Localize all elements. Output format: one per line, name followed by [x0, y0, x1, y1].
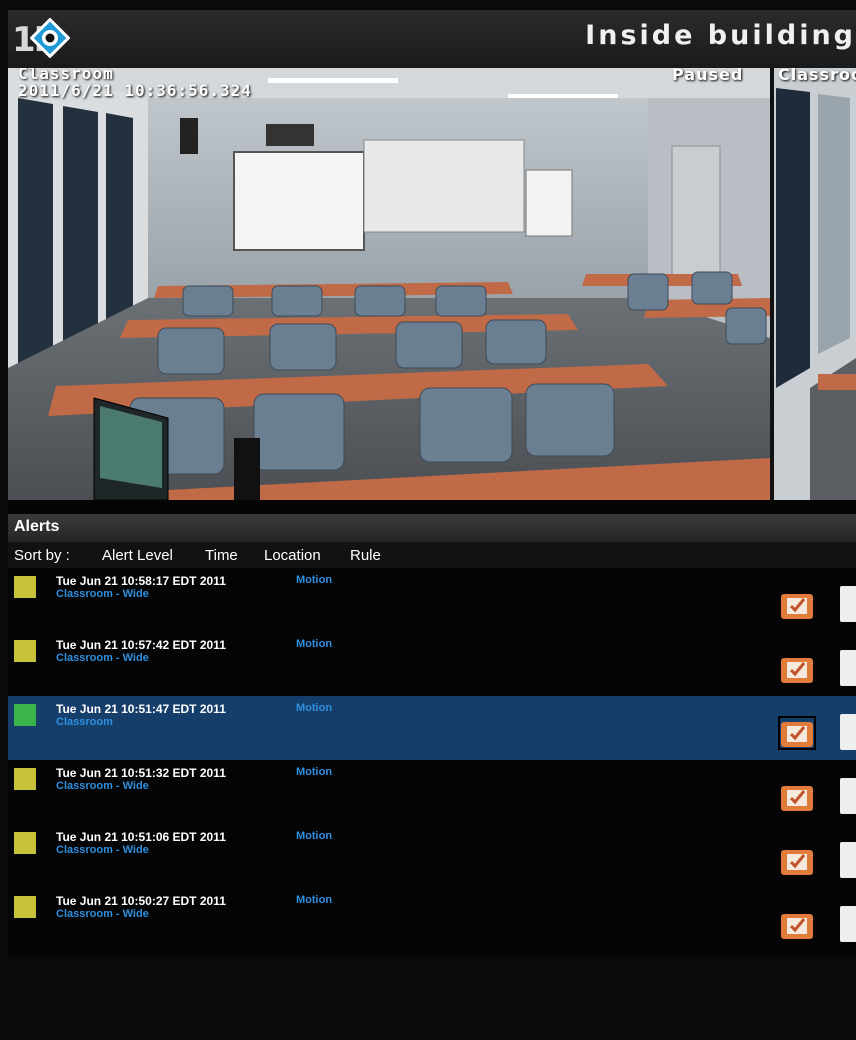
alert-rule: Motion [296, 894, 333, 906]
alert-row[interactable]: Tue Jun 21 10:58:17 EDT 2011 Classroom -… [8, 568, 856, 632]
page-title: Inside building [585, 20, 856, 51]
acknowledge-icon[interactable] [780, 590, 814, 620]
alert-time: Tue Jun 21 10:50:27 EDT 2011 [56, 894, 226, 908]
alert-row[interactable]: Tue Jun 21 10:51:32 EDT 2011 Classroom -… [8, 760, 856, 824]
playback-status: Paused [672, 68, 744, 84]
alert-time: Tue Jun 21 10:51:32 EDT 2011 [56, 766, 226, 780]
alert-rule: Motion [296, 830, 333, 842]
alert-time: Tue Jun 21 10:58:17 EDT 2011 [56, 574, 226, 588]
video-area[interactable]: Classroom 2011/6/21 10:36:56.324 Paused … [8, 68, 856, 500]
alert-list: Tue Jun 21 10:58:17 EDT 2011 Classroom -… [8, 568, 856, 952]
alert-level-indicator [14, 832, 36, 854]
acknowledge-icon[interactable] [780, 654, 814, 684]
alert-time: Tue Jun 21 10:51:06 EDT 2011 [56, 830, 226, 844]
alerts-title-bar: Alerts [8, 514, 856, 542]
alert-location: Classroom - Wide [56, 588, 149, 600]
camera-feed-main[interactable] [8, 68, 770, 500]
camera-feed-secondary[interactable] [770, 68, 856, 500]
secondary-camera-name: Classroom [778, 68, 856, 84]
alert-rule: Motion [296, 702, 333, 714]
note-icon[interactable] [840, 906, 856, 942]
acknowledge-icon[interactable] [780, 782, 814, 812]
alerts-title: Alerts [14, 518, 60, 535]
note-icon[interactable] [840, 650, 856, 686]
alert-location: Classroom - Wide [56, 844, 149, 856]
header-bar: 1E Inside building [8, 10, 856, 69]
eye-logo-icon [30, 18, 70, 58]
camera-label: Classroom 2011/6/21 10:36:56.324 [18, 68, 252, 99]
logo: 1E [12, 16, 92, 62]
app-screen: 1E Inside building [8, 10, 856, 957]
alert-time: Tue Jun 21 10:57:42 EDT 2011 [56, 638, 226, 652]
note-icon[interactable] [840, 778, 856, 814]
note-icon[interactable] [840, 714, 856, 750]
note-icon[interactable] [840, 842, 856, 878]
alert-location: Classroom - Wide [56, 652, 149, 664]
alert-row[interactable]: Tue Jun 21 10:50:27 EDT 2011 Classroom -… [8, 888, 856, 952]
camera-timestamp: 2011/6/21 10:36:56.324 [18, 81, 252, 100]
acknowledge-icon[interactable] [780, 846, 814, 876]
acknowledge-icon[interactable] [780, 910, 814, 940]
alert-location: Classroom - Wide [56, 780, 149, 792]
note-icon[interactable] [840, 586, 856, 622]
alerts-panel: Alerts Sort by : Alert Level Time Locati… [8, 500, 856, 1040]
alert-row[interactable]: Tue Jun 21 10:57:42 EDT 2011 Classroom -… [8, 632, 856, 696]
alert-level-indicator [14, 896, 36, 918]
alert-rule: Motion [296, 766, 333, 778]
sort-bar: Sort by : Alert Level Time Location Rule [8, 542, 856, 568]
alert-level-indicator [14, 768, 36, 790]
camera-name: Classroom [18, 68, 114, 83]
alert-row-selected[interactable]: Tue Jun 21 10:51:47 EDT 2011 Classroom M… [8, 696, 856, 760]
sort-location[interactable]: Location [264, 547, 321, 564]
alert-rule: Motion [296, 638, 333, 650]
alert-level-indicator [14, 704, 36, 726]
sort-alert-level[interactable]: Alert Level [102, 547, 173, 564]
alert-location: Classroom [56, 716, 113, 728]
alert-level-indicator [14, 576, 36, 598]
sort-label: Sort by : [14, 547, 70, 564]
alert-level-indicator [14, 640, 36, 662]
alert-time: Tue Jun 21 10:51:47 EDT 2011 [56, 702, 226, 716]
alert-row[interactable]: Tue Jun 21 10:51:06 EDT 2011 Classroom -… [8, 824, 856, 888]
sort-rule[interactable]: Rule [350, 547, 381, 564]
acknowledge-icon[interactable] [778, 716, 816, 750]
sort-time[interactable]: Time [205, 547, 238, 564]
alert-location: Classroom - Wide [56, 908, 149, 920]
alert-rule: Motion [296, 574, 333, 586]
